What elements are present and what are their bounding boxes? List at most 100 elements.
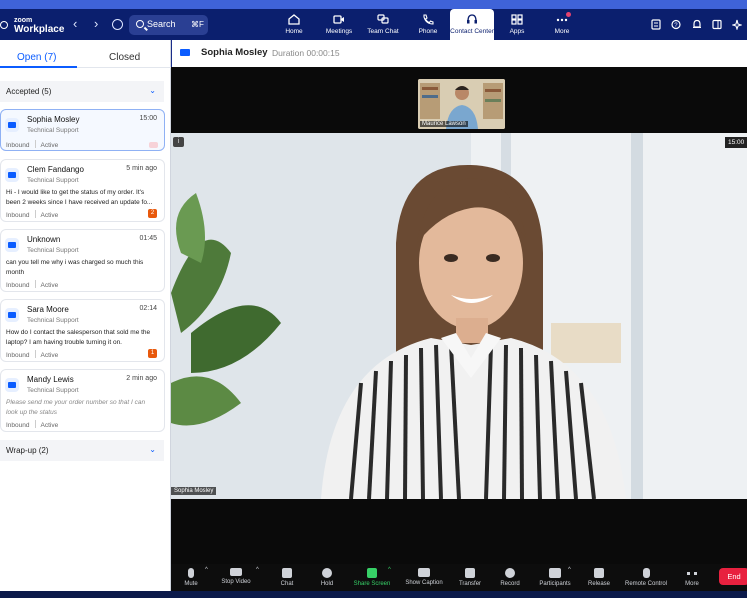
queue-tabs: Open (7) Closed	[0, 40, 171, 68]
transfer-button[interactable]: Transfer	[456, 564, 484, 591]
list-item[interactable]: Mandy Lewis 2 min ago Technical Support …	[0, 369, 165, 432]
tab-more[interactable]: More	[548, 9, 576, 40]
tab-open[interactable]: Open (7)	[17, 52, 56, 63]
release-button[interactable]: Release	[585, 564, 613, 591]
tab-label: More	[554, 28, 570, 35]
remote-control-button[interactable]: Remote Control	[621, 564, 671, 591]
participant-name-tag: Maurice Lawson	[420, 121, 468, 127]
button-label: Release	[587, 581, 610, 587]
search-label: Search	[147, 19, 176, 29]
search-shortcut: ⌘F	[191, 20, 204, 29]
contact-team: Technical Support	[27, 247, 79, 254]
contact-name: Sophia Mosley	[27, 115, 80, 124]
meeting-toolbar: ^ Mute ^ Stop Video Chat Hold ^ Share Sc…	[171, 564, 747, 591]
home-icon	[288, 14, 300, 25]
contact-team: Technical Support	[27, 127, 79, 134]
call-header: Sophia Mosley Duration 00:00:15	[172, 40, 747, 67]
end-call-button[interactable]: End	[719, 568, 747, 585]
status-label: Active	[40, 282, 59, 289]
contact-name: Unknown	[27, 235, 61, 244]
chevron-up-icon[interactable]: ^	[388, 567, 391, 573]
participants-icon	[549, 568, 561, 578]
tab-team-chat[interactable]: Team Chat	[366, 9, 400, 40]
panel-icon[interactable]	[712, 19, 722, 30]
contact-message: Hi - I would like to get the status of m…	[6, 189, 153, 206]
search-input[interactable]: Search ⌘F	[129, 15, 208, 35]
button-label: Participants	[539, 581, 571, 587]
button-label: Show Caption	[405, 580, 443, 586]
history-icon[interactable]	[112, 19, 123, 30]
direction-label: Inbound	[6, 422, 30, 429]
list-item[interactable]: Sophia Mosley 15:00 Technical Support In…	[0, 109, 165, 151]
chevron-down-icon: ⌄	[149, 86, 156, 95]
back-arrow-icon[interactable]: ‹	[73, 16, 77, 31]
video-icon	[5, 118, 19, 132]
share-screen-icon	[367, 568, 377, 578]
mouse-icon	[642, 568, 650, 578]
chevron-up-icon[interactable]: ^	[568, 567, 571, 573]
active-tab-underline	[0, 66, 77, 68]
chat-button[interactable]: Chat	[275, 564, 299, 591]
show-caption-button[interactable]: Show Caption	[402, 564, 446, 591]
chat-icon	[282, 568, 292, 578]
share-screen-button[interactable]: ^ Share Screen	[352, 564, 392, 591]
forward-arrow-icon[interactable]: ›	[94, 16, 98, 31]
accepted-section-header[interactable]: Accepted (5) ⌄	[0, 81, 164, 102]
contact-meta: Inbound Active	[6, 280, 58, 289]
info-icon[interactable]: i	[173, 137, 184, 147]
chevron-down-icon: ⌄	[149, 445, 156, 454]
tab-contact-center[interactable]: Contact Center	[450, 9, 494, 40]
list-item[interactable]: Clem Fandango 5 min ago Technical Suppor…	[0, 159, 165, 222]
contact-message: How do I contact the salesperson that so…	[6, 329, 151, 346]
more-icon	[687, 572, 697, 575]
record-button[interactable]: Record	[497, 564, 523, 591]
contact-name: Mandy Lewis	[27, 375, 74, 384]
participant-thumbnail[interactable]: Maurice Lawson	[418, 79, 505, 129]
chevron-up-icon[interactable]: ^	[256, 567, 259, 573]
button-label: Hold	[320, 581, 334, 587]
tab-label: Phone	[418, 28, 438, 35]
tab-closed[interactable]: Closed	[109, 52, 140, 63]
help-icon[interactable]: ?	[671, 19, 681, 30]
tab-meetings[interactable]: Meetings	[322, 9, 356, 40]
apps-icon	[511, 14, 523, 25]
participants-button[interactable]: ^ Participants	[535, 564, 575, 591]
contact-meta: Inbound Active	[6, 350, 58, 359]
tab-phone[interactable]: Phone	[413, 9, 443, 40]
window-control-icon[interactable]	[0, 21, 8, 29]
wrapup-section-header[interactable]: Wrap-up (2) ⌄	[0, 440, 164, 461]
notification-dot	[566, 12, 571, 17]
list-item[interactable]: Sara Moore 02:14 Technical Support How d…	[0, 299, 165, 362]
button-label: Chat	[280, 581, 294, 587]
sparkle-icon[interactable]	[732, 19, 742, 30]
chat-bubble-icon	[5, 238, 19, 252]
tab-apps[interactable]: Apps	[503, 9, 531, 40]
contact-team: Technical Support	[27, 387, 79, 394]
tab-label: Apps	[509, 28, 525, 35]
contact-meta: Inbound Active	[6, 140, 58, 149]
status-label: Active	[40, 212, 59, 219]
stop-video-button[interactable]: ^ Stop Video	[218, 564, 258, 591]
email-icon	[5, 308, 19, 322]
contact-message: Please send me your order number so that…	[6, 399, 146, 416]
chevron-up-icon[interactable]: ^	[205, 567, 208, 573]
hold-button[interactable]: Hold	[316, 564, 338, 591]
mute-button[interactable]: ^ Mute	[179, 564, 208, 591]
contact-time: 2 min ago	[126, 375, 157, 382]
contact-message: can you tell me why i was charged so muc…	[6, 259, 144, 276]
more-button[interactable]: More	[681, 564, 703, 591]
button-label: Share Screen	[353, 581, 391, 587]
tab-home[interactable]: Home	[279, 9, 309, 40]
bell-icon[interactable]	[692, 19, 702, 30]
chat-bubble-icon	[5, 378, 19, 392]
button-label: Mute	[184, 581, 198, 587]
contacts-icon[interactable]	[651, 19, 661, 30]
transfer-icon	[465, 568, 475, 578]
contact-meta: Inbound Active	[6, 420, 58, 429]
list-item[interactable]: Unknown 01:45 Technical Support can you …	[0, 229, 165, 292]
chat-bubble-icon	[5, 168, 19, 182]
tab-label: Meetings	[325, 28, 353, 35]
contact-time: 5 min ago	[126, 165, 157, 172]
caption-icon	[418, 568, 430, 577]
unread-badge: 2	[148, 209, 157, 218]
